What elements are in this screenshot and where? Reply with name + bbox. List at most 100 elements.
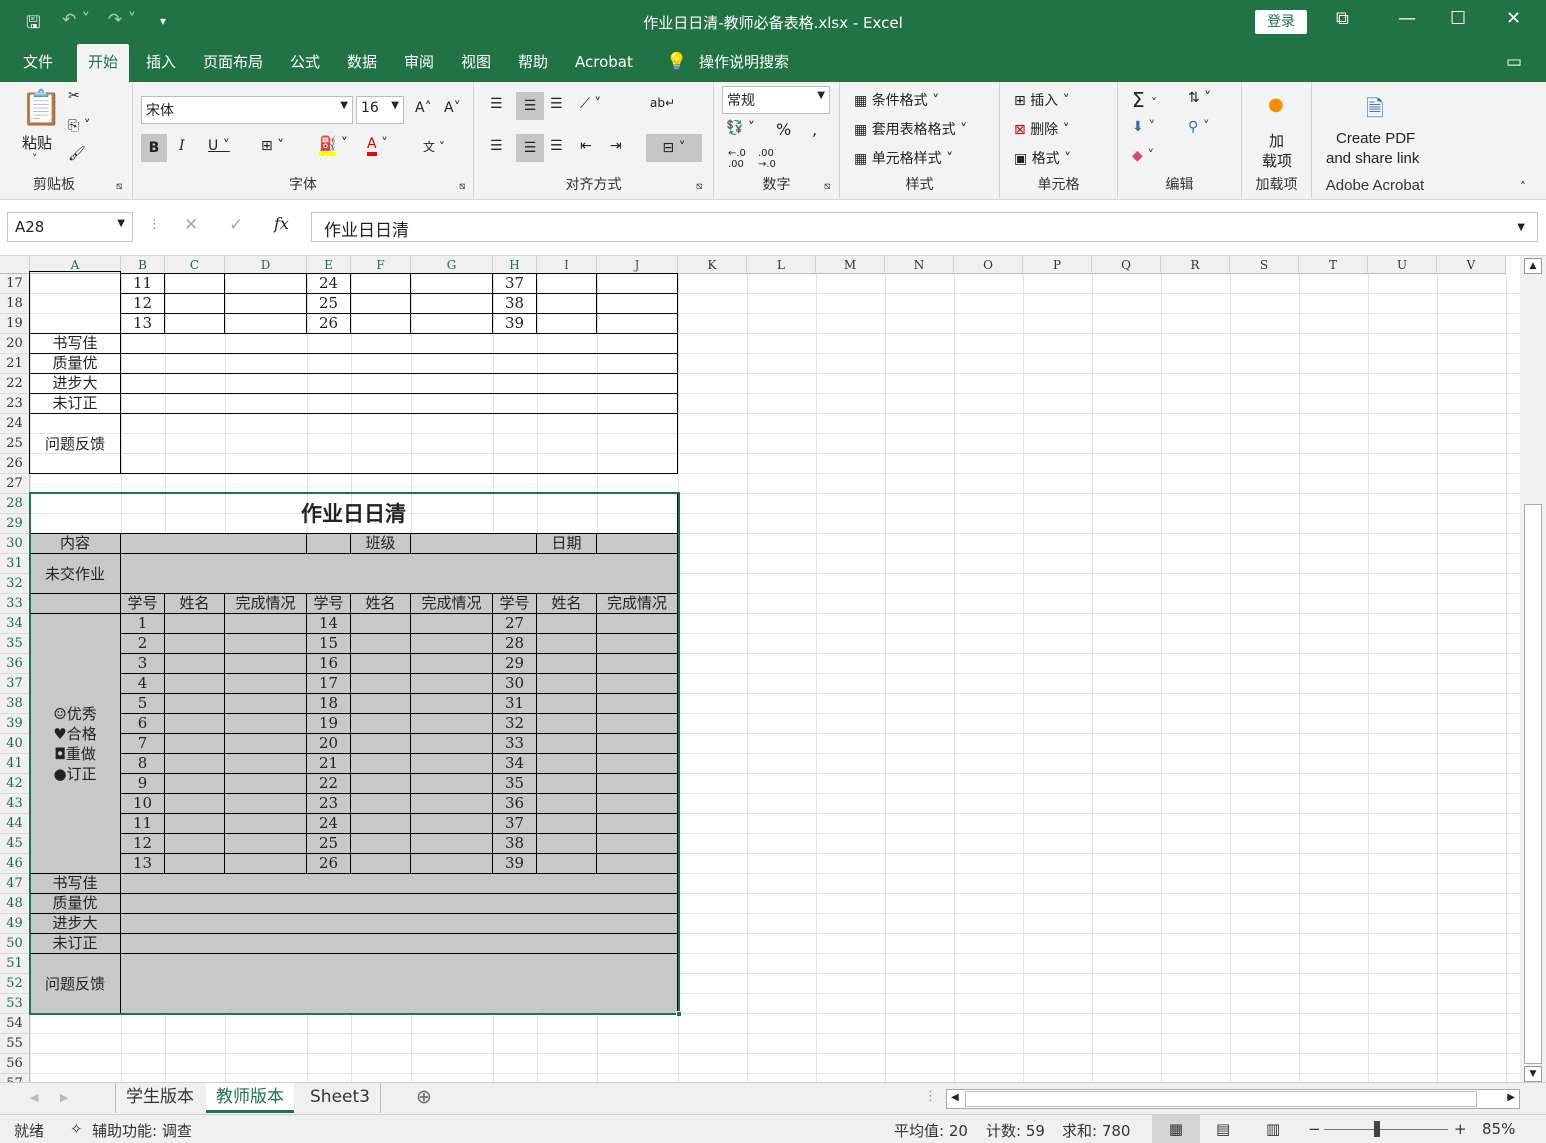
label-value-cell[interactable] <box>120 353 678 374</box>
name-cell[interactable] <box>350 773 411 794</box>
delete-cells-button[interactable]: ⊠ 删除 ˅ <box>1014 119 1070 139</box>
column-header[interactable]: L <box>747 256 816 274</box>
status-cell[interactable] <box>410 673 493 694</box>
student-number-cell[interactable]: 39 <box>492 853 537 874</box>
row-header[interactable]: 20 <box>0 334 30 354</box>
tab-acrobat[interactable]: Acrobat <box>564 44 644 82</box>
enter-icon[interactable]: ✓ <box>229 215 243 235</box>
feedback-label[interactable]: 问题反馈 <box>29 413 121 474</box>
student-number-cell[interactable]: 36 <box>492 793 537 814</box>
status-cell[interactable] <box>224 313 307 334</box>
row-header[interactable]: 41 <box>0 754 30 774</box>
wrap-text-icon[interactable]: ab↵ <box>650 96 675 110</box>
sort-filter-icon[interactable]: ⇅ ˅ <box>1188 90 1211 106</box>
tab-home[interactable]: 开始 <box>77 44 130 82</box>
fill-color-icon[interactable]: ⛽ ˅ <box>319 136 348 156</box>
label-value-cell[interactable] <box>120 873 678 894</box>
student-number-cell[interactable]: 37 <box>492 273 537 294</box>
paste-icon[interactable]: 📋 <box>20 88 62 128</box>
find-select-icon[interactable]: ⚲ ˅ <box>1188 119 1210 135</box>
align-right-icon[interactable]: ☰ <box>550 138 563 154</box>
tab-formulas[interactable]: 公式 <box>279 44 331 82</box>
increase-indent-icon[interactable]: ⇥ <box>610 138 622 154</box>
tell-me-search[interactable]: 操作说明搜索 <box>688 44 800 82</box>
column-header-cell[interactable]: 完成情况 <box>224 593 307 614</box>
status-cell[interactable] <box>596 293 678 314</box>
row-header[interactable]: 55 <box>0 1034 30 1054</box>
zoom-out-icon[interactable]: − <box>1308 1120 1321 1138</box>
name-cell[interactable] <box>536 813 597 834</box>
column-header[interactable]: M <box>816 256 885 274</box>
name-cell[interactable] <box>536 653 597 674</box>
missing-homework-label[interactable]: 未交作业 <box>29 553 121 594</box>
student-number-cell[interactable]: 35 <box>492 773 537 794</box>
status-cell[interactable] <box>596 673 678 694</box>
scroll-up-icon[interactable]: ▲ <box>1524 258 1542 274</box>
bold-button[interactable]: B <box>141 134 167 162</box>
status-cell[interactable] <box>224 793 307 814</box>
addin-button-top[interactable]: 加 <box>1269 130 1284 151</box>
next-sheet-icon[interactable]: ▶ <box>60 1091 68 1104</box>
student-number-cell[interactable]: 14 <box>306 613 351 634</box>
status-cell[interactable] <box>596 653 678 674</box>
student-number-cell[interactable]: 38 <box>492 833 537 854</box>
name-cell[interactable] <box>164 753 225 774</box>
content-value-cell[interactable] <box>120 533 307 554</box>
align-top-icon[interactable]: ☰ <box>490 96 503 112</box>
student-number-cell[interactable]: 30 <box>492 673 537 694</box>
phonetic-icon[interactable]: 文 ˅ <box>423 138 445 155</box>
status-cell[interactable] <box>410 633 493 654</box>
header-blank-cell[interactable] <box>29 593 121 614</box>
collapse-ribbon-icon[interactable]: ˄ <box>1520 180 1526 194</box>
student-number-cell[interactable]: 4 <box>120 673 165 694</box>
class-value-cell[interactable] <box>410 533 537 554</box>
label-value-cell[interactable] <box>120 913 678 934</box>
row-header[interactable]: 50 <box>0 934 30 954</box>
prev-sheet-icon[interactable]: ◀ <box>30 1091 38 1104</box>
addin-icon[interactable]: ● <box>1268 94 1284 115</box>
spacer-cell[interactable] <box>306 533 351 554</box>
row-header[interactable]: 57 <box>0 1074 30 1082</box>
student-number-cell[interactable]: 12 <box>120 833 165 854</box>
status-cell[interactable] <box>410 613 493 634</box>
column-header-cell[interactable]: 姓名 <box>350 593 411 614</box>
name-cell[interactable] <box>350 633 411 654</box>
status-cell[interactable] <box>596 313 678 334</box>
student-number-cell[interactable]: 37 <box>492 813 537 834</box>
select-all-corner[interactable] <box>0 256 30 274</box>
row-header[interactable]: 26 <box>0 454 30 474</box>
student-number-cell[interactable]: 38 <box>492 293 537 314</box>
name-cell[interactable] <box>350 313 411 334</box>
underline-button[interactable]: U ˅ <box>208 138 230 154</box>
status-cell[interactable] <box>596 693 678 714</box>
name-cell[interactable] <box>350 733 411 754</box>
name-cell[interactable] <box>164 313 225 334</box>
hscroll-thumb[interactable] <box>965 1091 1477 1107</box>
sheet-tab-student[interactable]: 学生版本 <box>115 1083 204 1113</box>
name-box[interactable]: A28 ▼ <box>7 212 133 242</box>
student-number-cell[interactable]: 32 <box>492 713 537 734</box>
format-as-table-button[interactable]: ▦ 套用表格格式 ˅ <box>854 119 967 139</box>
student-number-cell[interactable]: 12 <box>120 293 165 314</box>
align-center-icon[interactable]: ☰ <box>516 134 544 162</box>
status-cell[interactable] <box>596 273 678 294</box>
spreadsheet-grid[interactable]: A B C D E F G H I J K L M N O P Q R S T U V 17 18 19 20 21 22 23 24 25… <box>0 256 1520 1082</box>
tab-insert[interactable]: 插入 <box>135 44 187 82</box>
column-header[interactable]: D <box>225 256 307 274</box>
paste-dropdown-icon[interactable]: ˅ <box>32 152 38 165</box>
label-cell[interactable]: 书写佳 <box>29 873 121 894</box>
conditional-format-button[interactable]: ▦ 条件格式 ˅ <box>854 90 939 110</box>
student-number-cell[interactable]: 19 <box>306 713 351 734</box>
student-number-cell[interactable]: 13 <box>120 853 165 874</box>
column-header[interactable]: R <box>1161 256 1230 274</box>
insert-cells-button[interactable]: ⊞ 插入 ˅ <box>1014 90 1070 110</box>
scroll-thumb[interactable] <box>1524 504 1542 1064</box>
row-header[interactable]: 51 <box>0 954 30 974</box>
name-cell[interactable] <box>350 653 411 674</box>
row-header[interactable]: 29 <box>0 514 30 534</box>
status-cell[interactable] <box>410 693 493 714</box>
date-value-cell[interactable] <box>596 533 678 554</box>
column-header[interactable]: K <box>678 256 747 274</box>
name-cell[interactable] <box>536 693 597 714</box>
row-header[interactable]: 33 <box>0 594 30 614</box>
